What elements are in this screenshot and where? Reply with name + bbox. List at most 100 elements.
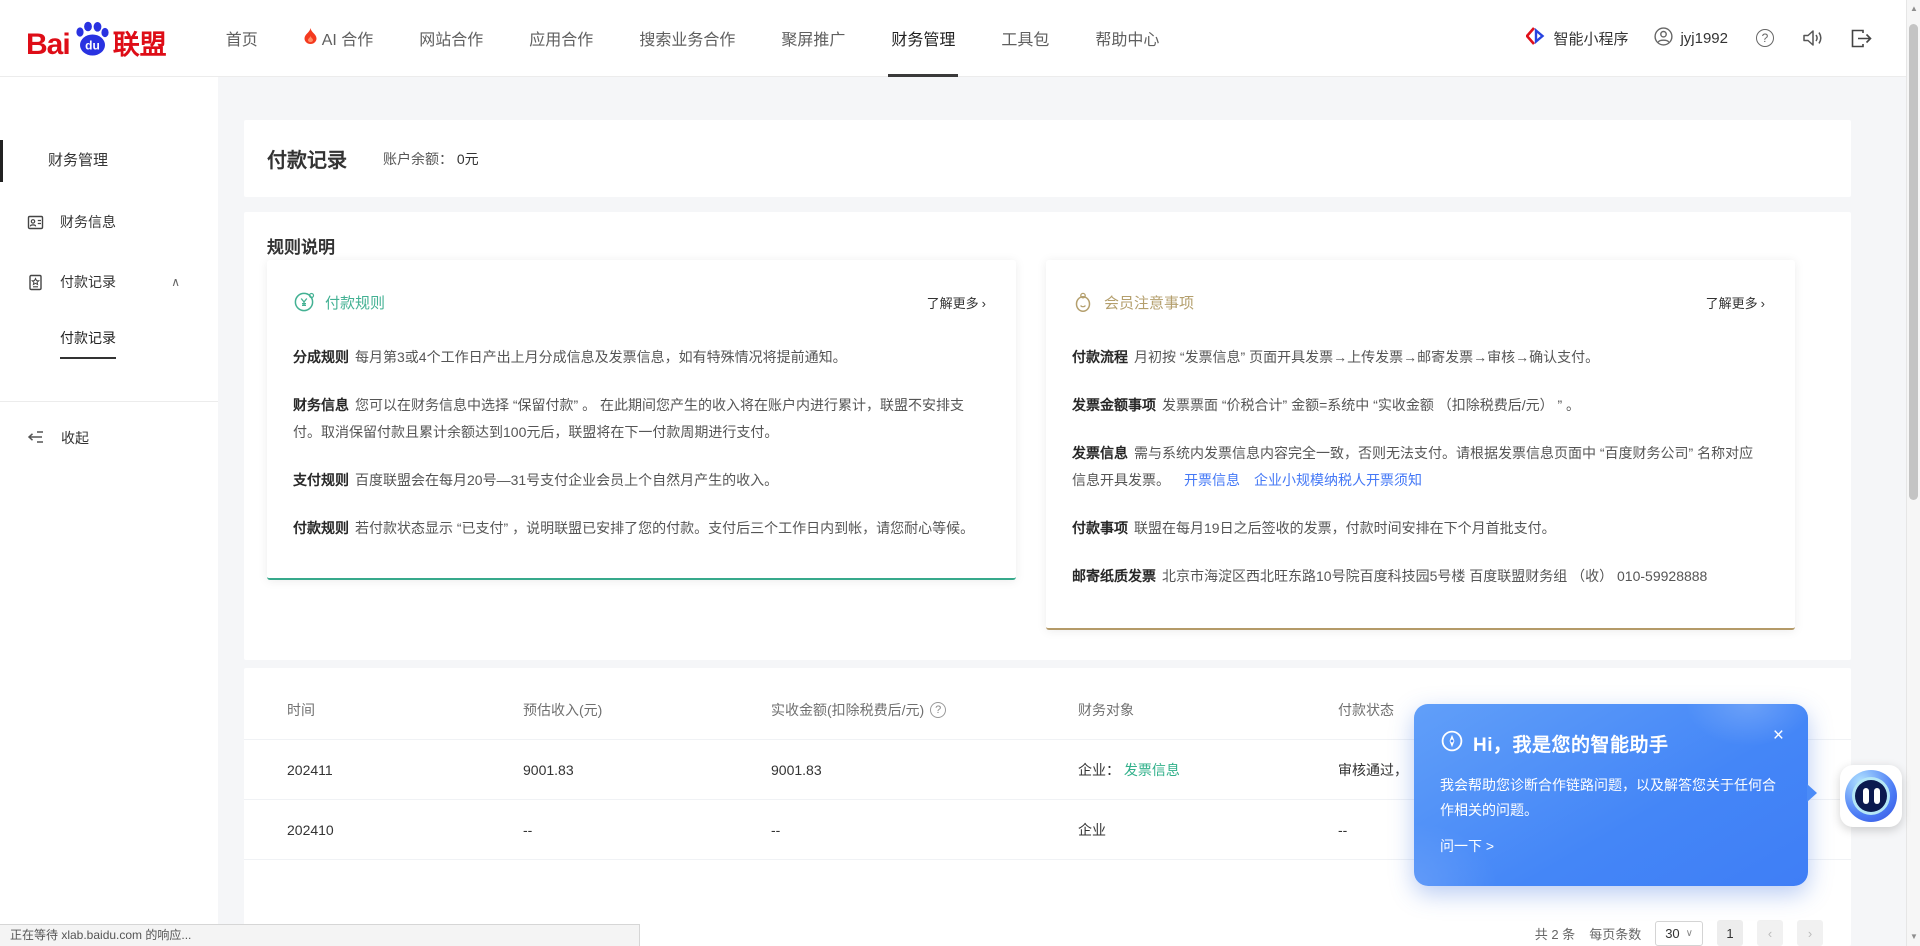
cell-estimated: 9001.83 (523, 762, 771, 778)
flame-icon (304, 28, 317, 49)
finance-info-icon (27, 214, 44, 231)
close-icon[interactable]: × (1773, 726, 1784, 745)
collapse-icon (27, 429, 45, 448)
nav-item-ai-cooperation[interactable]: AI 合作 (281, 0, 397, 77)
nav-item-screen-promotion[interactable]: 聚屏推广 (758, 0, 868, 77)
rule-paragraph: 付款事项联盟在每月19日之后签收的发票，付款时间安排在下个月首批支付。 (1072, 515, 1765, 542)
page-number-1[interactable]: 1 (1717, 920, 1743, 946)
cell-finance-target: 企业： 发票信息 (1078, 760, 1338, 780)
cell-actual: -- (771, 822, 1078, 838)
cell-time: 202411 (287, 762, 523, 778)
logo-text-du: du (85, 38, 100, 52)
rule-paragraph: 邮寄纸质发票北京市海淀区西北旺东路10号院百度科技园5号楼 百度联盟财务组 （收… (1072, 563, 1765, 590)
user-account[interactable]: jyj1992 (1654, 27, 1728, 50)
assistant-robot-button[interactable] (1840, 765, 1902, 827)
main-menu: 首页 AI 合作 网站合作 应用合作 搜索业务合作 聚屏推广 财务管理 工具包 … (203, 0, 1183, 77)
next-page-button[interactable]: › (1797, 920, 1823, 946)
chevron-right-icon: › (982, 296, 986, 311)
subcard-title: 会员注意事项 (1104, 292, 1194, 313)
col-header-time: 时间 (287, 700, 523, 720)
scroll-down-arrow-icon[interactable]: ▼ (1907, 932, 1920, 941)
col-header-finance-target: 财务对象 (1078, 700, 1338, 720)
small-taxpayer-guide-link[interactable]: 企业小规模纳税人开票须知 (1254, 472, 1422, 488)
cell-time: 202410 (287, 822, 523, 838)
nav-item-help-center[interactable]: 帮助中心 (1072, 0, 1182, 77)
robot-icon (1845, 770, 1897, 822)
assistant-title: Hi，我是您的智能助手 (1473, 730, 1669, 757)
assistant-message: 我会帮助您诊断合作链路问题，以及解答您关于任何合作相关的问题。 (1440, 773, 1780, 823)
logo-text-union: 联盟 (113, 30, 167, 60)
col-header-estimated-income: 预估收入(元) (523, 700, 771, 720)
learn-more-link-payment-rules[interactable]: 了解更多› (927, 293, 986, 312)
info-icon[interactable]: ? (930, 702, 946, 718)
baidu-union-logo[interactable]: Bai du 联盟 (26, 17, 167, 60)
learn-more-link-member-notices[interactable]: 了解更多› (1706, 293, 1765, 312)
top-navigation-bar: Bai du 联盟 首页 AI 合作 网站合作 应用合作 搜索业务合作 聚屏推广… (0, 0, 1920, 77)
rule-paragraph: 发票金额事项发票票面 “价税合计” 金额=系统中 “实收金额 （扣除税费后/元）… (1072, 392, 1765, 419)
nav-item-home[interactable]: 首页 (203, 0, 281, 77)
balance-value: 0元 (457, 151, 479, 167)
rule-paragraph: 发票信息需与系统内发票信息内容完全一致，否则无法支付。请根据发票信息页面中 “百… (1072, 440, 1765, 494)
logo-text-bai: Bai (26, 30, 70, 60)
sidebar-subitem-payment-records[interactable]: 付款记录 (0, 328, 218, 359)
help-icon[interactable]: ? (1754, 27, 1776, 49)
balance-label: 账户余额： (383, 151, 453, 167)
topnav-right-group: 智能小程序 jyj1992 ? (1526, 25, 1920, 51)
payment-rules-subcard: 付款规则 了解更多› 分成规则每月第3或4个工作日产出上月分成信息及发票信息，如… (267, 260, 1016, 580)
invoice-info-table-link[interactable]: 发票信息 (1124, 762, 1180, 778)
page-size-select[interactable]: 30 ∨ (1655, 921, 1703, 946)
logout-icon[interactable] (1850, 27, 1872, 49)
page-title: 付款记录 (267, 144, 347, 173)
page-scrollbar[interactable]: ▲ ▼ (1906, 0, 1920, 946)
cell-finance-target: 企业 (1078, 820, 1338, 840)
browser-status-bar: 正在等待 xlab.baidu.com 的响应... (0, 924, 640, 946)
member-notices-subcard: 会员注意事项 了解更多› 付款流程月初按 “发票信息” 页面开具发票→上传发票→… (1046, 260, 1795, 630)
rules-section-title: 规则说明 (244, 212, 1851, 258)
nav-item-search-cooperation[interactable]: 搜索业务合作 (616, 0, 758, 77)
invoice-info-link[interactable]: 开票信息 (1184, 472, 1240, 488)
username: jyj1992 (1680, 30, 1728, 47)
prev-page-button[interactable]: ‹ (1757, 920, 1783, 946)
sidebar-collapse-button[interactable]: 收起 (0, 428, 218, 448)
pagination: 共 2 条 每页条数 30 ∨ 1 ‹ › (1535, 920, 1823, 946)
baidu-paw-icon: du (72, 20, 112, 63)
sidebar-divider (0, 401, 218, 402)
sidebar-section-title: 财务管理 (0, 150, 218, 172)
rule-paragraph: 付款规则若付款状态显示 “已支付” ，说明联盟已安排了您的付款。支付后三个工作日… (293, 515, 986, 542)
page-size-label: 每页条数 (1589, 924, 1641, 943)
payment-records-icon (27, 274, 44, 291)
chevron-up-icon[interactable]: ∧ (171, 275, 180, 289)
cell-estimated: -- (523, 822, 771, 838)
nav-item-website-cooperation[interactable]: 网站合作 (396, 0, 506, 77)
rule-paragraph: 支付规则百度联盟会在每月20号—31号支付企业会员上个自然月产生的收入。 (293, 467, 986, 494)
col-header-actual-amount: 实收金额(扣除税费后/元) ? (771, 700, 1078, 720)
rule-paragraph: 分成规则每月第3或4个工作日产出上月分成信息及发票信息，如有特殊情况将提前通知。 (293, 344, 986, 371)
nav-item-app-cooperation[interactable]: 应用合作 (506, 0, 616, 77)
dropdown-icon: ∨ (1686, 928, 1693, 939)
rules-card: 规则说明 付款规则 了解更多› 分成规则每月第3或4个工作日产出上月分成信息及发… (244, 212, 1851, 660)
cell-actual: 9001.83 (771, 762, 1078, 778)
sound-icon[interactable] (1802, 27, 1824, 49)
chevron-right-icon: › (1761, 296, 1765, 311)
member-notices-icon (1072, 291, 1094, 313)
nav-item-finance-management[interactable]: 财务管理 (868, 0, 978, 77)
ask-now-link[interactable]: 问一下 > (1440, 836, 1782, 856)
page-header-card: 付款记录 账户余额： 0元 (244, 120, 1851, 197)
sidebar-item-finance-info[interactable]: 财务信息 (0, 212, 218, 232)
subcard-title: 付款规则 (325, 292, 385, 313)
account-balance: 账户余额： 0元 (383, 149, 479, 169)
sidebar: 财务管理 财务信息 付款记录 ∧ 付款记录 收起 (0, 77, 218, 946)
scroll-up-arrow-icon[interactable]: ▲ (1907, 4, 1920, 13)
compass-icon (1440, 729, 1464, 758)
user-icon (1654, 27, 1673, 50)
payment-rules-icon (293, 291, 315, 313)
smart-miniapp-entry[interactable]: 智能小程序 (1526, 25, 1628, 51)
total-count: 共 2 条 (1535, 924, 1575, 943)
miniapp-diamond-icon (1526, 25, 1546, 51)
sidebar-item-payment-records[interactable]: 付款记录 ∧ (0, 272, 218, 292)
rule-paragraph: 付款流程月初按 “发票信息” 页面开具发票→上传发票→邮寄发票→审核→确认支付。 (1072, 344, 1765, 371)
smart-assistant-popup: Hi，我是您的智能助手 × 我会帮助您诊断合作链路问题，以及解答您关于任何合作相… (1414, 704, 1808, 886)
rule-paragraph: 财务信息您可以在财务信息中选择 “保留付款” 。 在此期间您产生的收入将在账户内… (293, 392, 986, 446)
nav-item-toolkit[interactable]: 工具包 (978, 0, 1072, 77)
scrollbar-thumb[interactable] (1909, 24, 1918, 500)
